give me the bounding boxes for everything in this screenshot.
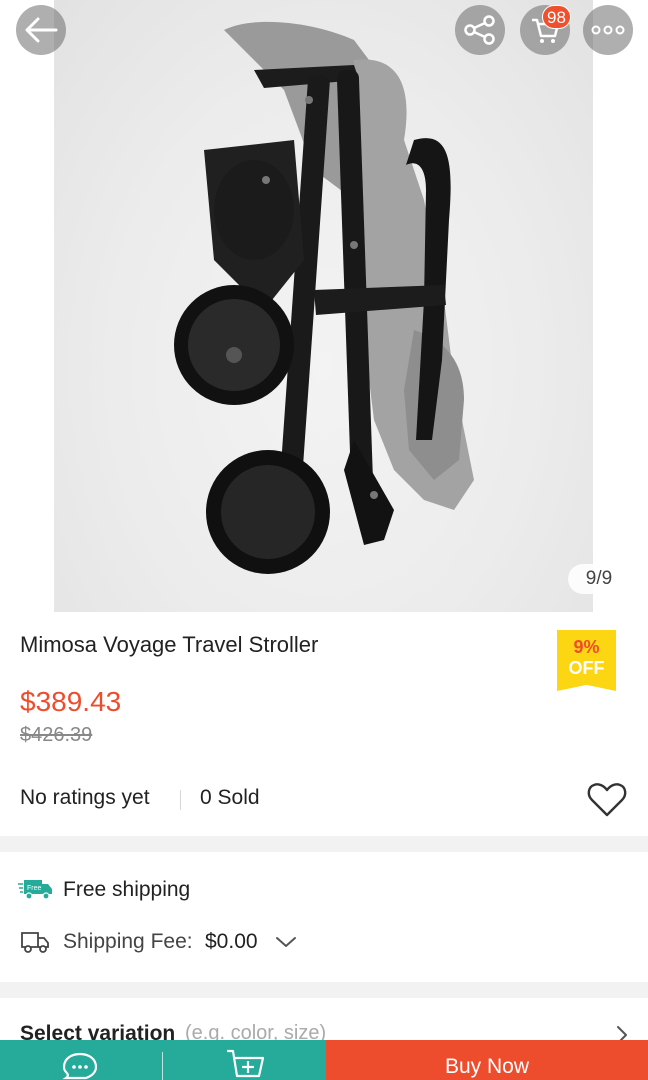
truck-icon	[20, 930, 50, 954]
discount-percent: 9%	[573, 637, 600, 657]
divider	[180, 790, 181, 810]
back-button[interactable]	[16, 5, 66, 55]
add-to-cart-icon	[227, 1049, 265, 1078]
product-title: Mimosa Voyage Travel Stroller	[20, 632, 319, 657]
image-counter: 9/9	[568, 564, 630, 594]
ratings-text[interactable]: No ratings yet	[20, 786, 150, 810]
bottom-left-actions	[0, 1040, 326, 1080]
discount-off-label: OFF	[568, 658, 605, 678]
product-photo	[54, 0, 593, 612]
shipping-fee-value: $0.00	[205, 930, 258, 953]
add-to-cart-button[interactable]	[225, 1046, 265, 1080]
buy-now-button[interactable]: Buy Now	[326, 1040, 648, 1080]
back-arrow-icon	[25, 17, 58, 43]
share-icon	[464, 15, 495, 45]
more-button[interactable]	[583, 5, 633, 55]
section-divider	[0, 836, 648, 852]
original-price: $426.39	[20, 724, 93, 746]
free-shipping-icon: Free	[18, 878, 54, 902]
current-price: $389.43	[20, 686, 122, 717]
product-image-carousel[interactable]	[0, 0, 648, 612]
more-icon	[591, 25, 625, 35]
shipping-fee-label: Shipping Fee:	[63, 930, 193, 953]
free-shipping-label: Free shipping	[63, 878, 191, 901]
chat-button[interactable]	[60, 1050, 100, 1080]
section-divider	[0, 982, 648, 998]
sold-count: 0 Sold	[200, 786, 260, 809]
cart-count-badge: 98	[542, 5, 571, 29]
divider	[162, 1052, 163, 1080]
heart-icon	[587, 783, 627, 817]
chat-icon	[62, 1052, 98, 1080]
bottom-action-bar: Buy Now	[0, 1040, 648, 1080]
favorite-button[interactable]	[586, 780, 628, 820]
free-badge-text: Free	[27, 885, 42, 892]
share-button[interactable]	[455, 5, 505, 55]
discount-badge: 9% OFF	[557, 630, 616, 691]
chevron-down-icon[interactable]	[275, 933, 297, 951]
